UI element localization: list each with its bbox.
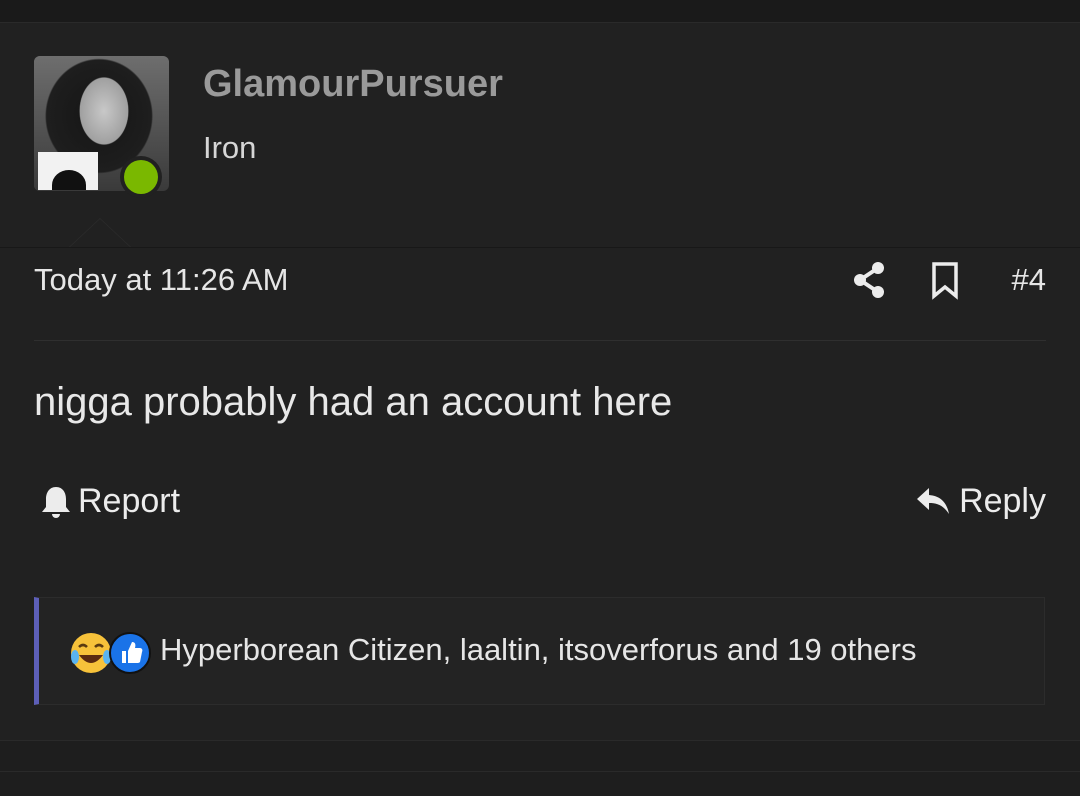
post-number-link[interactable]: #4: [1012, 262, 1046, 298]
online-status-indicator: [120, 156, 162, 198]
user-rank: Iron: [203, 130, 257, 165]
post-timestamp[interactable]: Today at 11:26 AM: [34, 262, 288, 298]
bottom-divider: [0, 771, 1080, 772]
report-label: Report: [78, 482, 181, 520]
bookmark-icon[interactable]: [930, 260, 960, 300]
thumbs-up-emoji: [109, 632, 151, 674]
post-actions: Report Reply: [34, 482, 1046, 532]
top-strip: [0, 0, 1080, 23]
username-link[interactable]: GlamourPursuer: [203, 63, 503, 106]
avatar-inset-image: [38, 152, 98, 190]
pointer-arrow: [70, 219, 130, 247]
post-meta-row: Today at 11:26 AM #4: [34, 258, 1046, 302]
reply-button[interactable]: Reply: [915, 482, 1046, 521]
reply-arrow-icon: [917, 487, 950, 514]
bottom-strip: [0, 740, 1080, 796]
share-icon[interactable]: [852, 260, 888, 300]
meta-divider: [34, 340, 1046, 341]
post-author-block: GlamourPursuer Iron: [0, 23, 1080, 248]
bell-icon: [42, 486, 70, 518]
reply-label: Reply: [959, 482, 1046, 520]
laughing-crying-emoji: [71, 633, 111, 673]
report-button[interactable]: Report: [40, 482, 180, 521]
post-message: nigga probably had an account here: [34, 380, 673, 424]
forum-post: GlamourPursuer Iron Today at 11:26 AM #4…: [0, 23, 1080, 740]
reactions-list-link[interactable]: Hyperborean Citizen, laaltin, itsoverfor…: [160, 632, 916, 668]
reactions-bar[interactable]: Hyperborean Citizen, laaltin, itsoverfor…: [34, 597, 1045, 705]
reaction-icons: [71, 632, 151, 674]
